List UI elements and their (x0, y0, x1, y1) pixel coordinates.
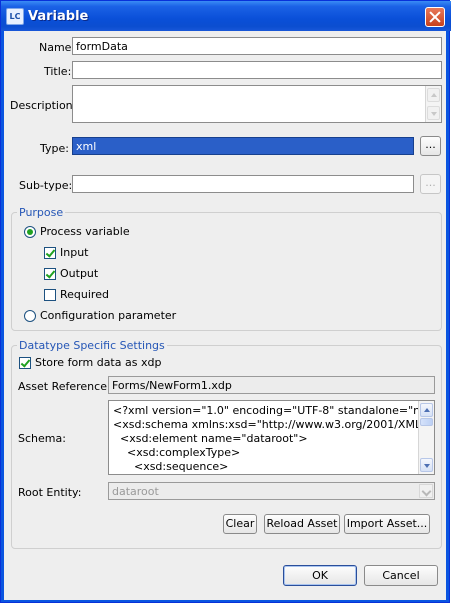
schema-line: <xsd:element name="dataroot"> (113, 432, 308, 445)
subtype-browse-button[interactable]: ... (420, 174, 441, 194)
purpose-title: Purpose (17, 206, 66, 219)
chevron-down-icon[interactable] (419, 484, 433, 498)
output-label: Output (60, 267, 99, 280)
schema-line: <xsd:complexType> (113, 446, 241, 459)
title-label: Title: (44, 65, 72, 78)
title-field[interactable] (72, 61, 442, 79)
schema-line: <?xml version="1.0" encoding="UTF-8" sta… (113, 404, 418, 417)
configuration-parameter-radio[interactable] (24, 310, 36, 322)
reload-asset-button[interactable]: Reload Asset (264, 514, 340, 534)
variable-dialog: LC Variable Name: formData Title: Descri… (0, 0, 451, 603)
configuration-parameter-label: Configuration parameter (40, 309, 177, 322)
scroll-down-icon[interactable] (420, 458, 433, 472)
input-checkbox[interactable] (44, 247, 56, 259)
schema-textarea[interactable]: <?xml version="1.0" encoding="UTF-8" sta… (108, 400, 435, 475)
process-variable-radio[interactable] (24, 226, 36, 238)
store-form-data-checkbox[interactable] (19, 357, 31, 369)
root-entity-value: dataroot (112, 485, 159, 498)
scroll-thumb[interactable] (420, 418, 433, 426)
subtype-label: Sub-type: (19, 179, 73, 192)
name-label: Name: (39, 41, 76, 54)
asset-reference-field: Forms/NewForm1.xdp (108, 376, 435, 394)
type-label: Type: (40, 142, 69, 155)
root-entity-select[interactable]: dataroot (108, 482, 435, 500)
close-icon[interactable] (425, 7, 445, 27)
datatype-settings-title: Datatype Specific Settings (17, 339, 167, 352)
description-field[interactable] (72, 85, 442, 123)
livecycle-app-icon: LC (6, 8, 24, 25)
scroll-down-icon[interactable] (427, 106, 440, 120)
description-label: Description: (10, 99, 77, 112)
import-asset-button[interactable]: Import Asset... (344, 514, 430, 534)
dialog-body: Name: formData Title: Description: Type:… (4, 31, 446, 600)
window-title: Variable (28, 9, 89, 24)
schema-line: <xsd:schema xmlns:xsd="http://www.w3.org… (113, 418, 418, 431)
subtype-field[interactable] (72, 175, 414, 193)
ok-button[interactable]: OK (283, 565, 357, 586)
process-variable-label: Process variable (40, 225, 130, 238)
asset-reference-label: Asset Reference: (18, 380, 111, 393)
type-field[interactable]: xml (72, 137, 414, 155)
root-entity-label: Root Entity: (18, 486, 82, 499)
schema-scrollbar[interactable] (418, 401, 434, 474)
cancel-button[interactable]: Cancel (364, 565, 438, 586)
scroll-up-icon[interactable] (420, 403, 433, 417)
required-checkbox[interactable] (44, 289, 56, 301)
type-browse-button[interactable]: ... (420, 136, 441, 156)
schema-line: <xsd:sequence> (113, 460, 229, 473)
scroll-up-icon[interactable] (427, 88, 440, 102)
schema-label: Schema: (18, 432, 66, 445)
clear-button[interactable]: Clear (223, 514, 257, 534)
required-label: Required (60, 288, 109, 301)
description-scrollbar[interactable] (425, 86, 441, 122)
input-label: Input (60, 246, 89, 259)
name-field[interactable]: formData (72, 37, 442, 55)
store-form-data-label: Store form data as xdp (35, 356, 162, 369)
title-bar[interactable]: LC Variable (1, 1, 451, 31)
output-checkbox[interactable] (44, 268, 56, 280)
schema-text: <?xml version="1.0" encoding="UTF-8" sta… (113, 404, 418, 474)
